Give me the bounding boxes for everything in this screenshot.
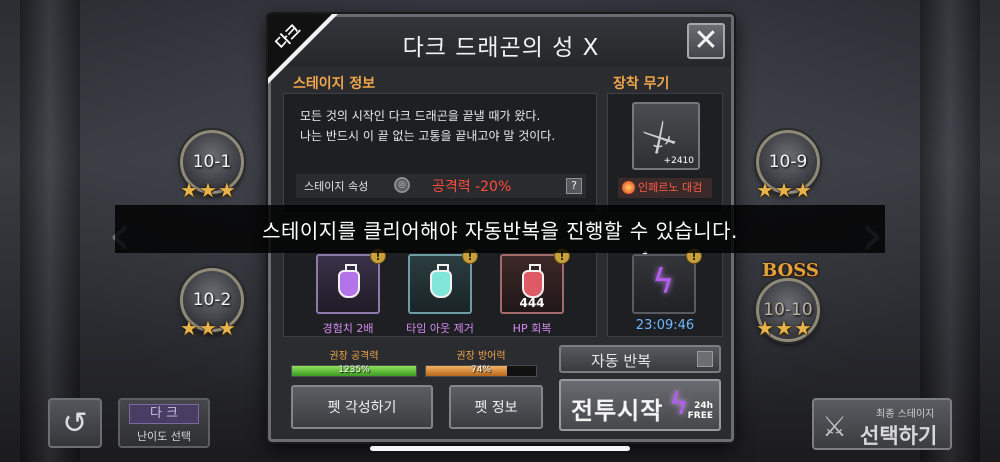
recommended-attack-label: 권장 공격력 [329,351,379,362]
stage-info-header: 스테이지 정보 [293,76,376,92]
toast-message: 스테이지를 클리어해야 자동반복을 진행할 수 있습니다. [115,205,885,253]
stage-stars: ★ ★ ★ [180,178,236,202]
recommended-attack-bar: 1235% [291,365,417,377]
background-pillar [920,0,980,462]
weapon-slot[interactable]: ⚔ +2410 [632,102,700,170]
refresh-icon: ↺ [62,405,88,441]
toast-text: 스테이지를 클리어해야 자동반복을 진행할 수 있습니다. [262,218,738,243]
boost-items-panel: ! 경험치 2배 ! 타임 아웃 제거 ! 444 HP 회복 [283,248,597,337]
star-icon: ★ [198,316,217,340]
item-label-timeout: 타임 아웃 제거 [406,322,474,335]
difficulty-value: 다 크 [129,404,199,424]
purple-potion-icon [338,264,360,298]
item-count: 444 [519,296,545,310]
dialog-title: 다크 드래곤의 성 X [402,35,600,61]
exp-boost-item[interactable]: ! [316,248,386,314]
start-battle-button[interactable]: 전투시작 ϟ 24h FREE [559,379,721,431]
stage-id: 10-2 [192,290,232,310]
star-icon: ★ [180,316,198,340]
start-battle-label: 전투시작 [571,397,664,425]
final-stage-select-button[interactable]: ⚔ 최종 스테이지 선택하기 [812,398,952,450]
free-hours: 24h [694,401,713,411]
star-icon: ★ [756,316,774,340]
star-icon: ★ [217,316,236,340]
attribute-label: 스테이지 속성 [304,180,369,193]
background-pillar [20,0,80,462]
auto-repeat-label: 자동 반복 [591,352,651,370]
weapon-name-badge: 인페르노 대검 [618,178,712,198]
free-text: FREE [687,411,713,421]
stage-id: 10-9 [768,152,808,172]
stage-info-panel: 모든 것의 시작인 다크 드래곤을 끝낼 때가 왔다. 나는 반드시 이 끝 없… [283,93,597,213]
lightning-icon: ϟ [652,262,675,302]
stage-id: 10-1 [192,152,232,172]
stage-attribute-row: 스테이지 속성 ◎ 공격력 -20% ? [296,174,586,198]
weapon-level: +2410 [663,156,694,166]
equip-weapon-header: 장착 무기 [613,76,670,92]
recommended-defense-value: 74% [470,365,491,375]
lightning-icon: ϟ [669,387,689,422]
final-stage-label: 최종 스테이지 [876,409,935,420]
difficulty-label: 난이도 선택 [136,430,192,443]
auto-repeat-checkbox[interactable] [697,351,713,367]
recommended-attack: 권장 공격력 1235% [291,347,417,377]
stage-description: 모든 것의 시작인 다크 드래곤을 끝낼 때가 왔다. 나는 반드시 이 끝 없… [300,109,556,143]
close-button[interactable]: ✕ [687,23,725,59]
star-icon: ★ [774,178,793,202]
recommended-defense-label: 권장 방어력 [456,351,506,362]
star-icon: ★ [198,178,217,202]
equip-weapon-panel: ⚔ +2410 인페르노 대검 [607,93,723,213]
item-label-hp: HP 회복 [512,322,552,335]
pet-awaken-button[interactable]: 펫 각성하기 [291,385,433,429]
difficulty-select-button[interactable]: 다 크 난이도 선택 [118,398,210,448]
star-icon: ★ [180,178,198,202]
recommended-defense: 권장 방어력 74% [425,347,537,377]
fire-element-icon [622,181,635,194]
star-icon: ★ [793,316,812,340]
item-label-exp: 경험치 2배 [322,322,374,335]
pet-awaken-label: 펫 각성하기 [327,400,397,416]
crossed-swords-icon: ⚔ [822,410,848,443]
stage-stars: ★ ★ ★ [180,316,236,340]
refresh-button[interactable]: ↺ [48,398,102,448]
star-icon: ★ [774,316,793,340]
final-stage-select-label: 선택하기 [860,424,938,448]
attribute-value: 공격력 -20% [432,179,512,195]
hp-recover-item[interactable]: ! 444 [500,248,570,314]
energy-timer: 23:09:46 [635,318,695,333]
teal-potion-icon [430,264,452,298]
recommended-defense-bar: 74% [425,365,537,377]
timeout-remove-item[interactable]: ! [408,248,478,314]
pet-info-label: 펫 정보 [474,400,518,416]
home-indicator[interactable] [370,446,630,451]
red-potion-icon [522,264,544,298]
help-icon[interactable]: ? [566,178,582,194]
attribute-icon: ◎ [394,177,410,193]
stage-stars: ★ ★ ★ [756,316,812,340]
energy-panel: 4 ϟ ! 23:09:46 [607,248,723,337]
energy-slot[interactable]: ϟ ! [632,248,702,314]
stage-stars: ★ ★ ★ [756,178,812,202]
close-icon: ✕ [693,23,719,58]
weapon-name: 인페르노 대검 [638,181,703,194]
recommended-attack-value: 1235% [338,365,370,375]
pet-info-button[interactable]: 펫 정보 [449,385,543,429]
star-icon: ★ [793,178,812,202]
star-icon: ★ [217,178,236,202]
star-icon: ★ [756,178,774,202]
free-badge: 24h FREE [688,401,713,421]
dialog-title-bar: 다크 드래곤의 성 X [271,17,731,67]
auto-repeat-toggle[interactable]: 자동 반복 [559,345,721,373]
